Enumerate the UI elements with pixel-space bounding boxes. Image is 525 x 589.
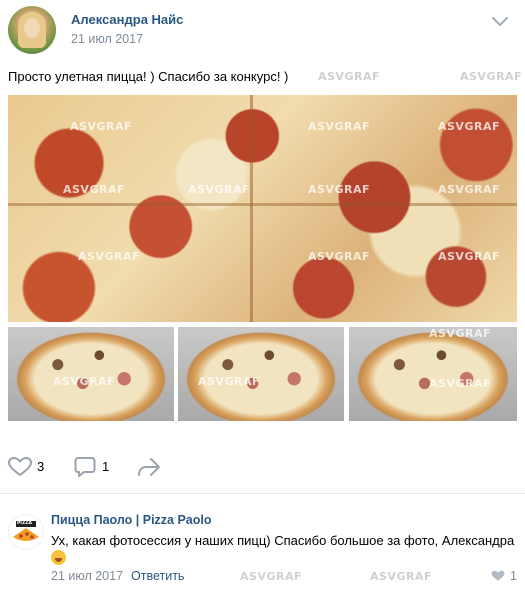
logo-text: PIZZA	[17, 521, 32, 526]
watermark: ASVGRAF	[53, 375, 115, 388]
comment-like-count: 1	[510, 569, 517, 583]
watermark: ASVGRAF	[438, 120, 500, 133]
pizza-slice-line	[250, 95, 253, 322]
comment-icon[interactable]	[74, 456, 96, 478]
watermark: ASVGRAF	[429, 377, 491, 390]
post-photo-thumb-1[interactable]: ASVGRAF	[8, 327, 174, 421]
watermark: ASVGRAF	[318, 70, 380, 83]
watermark: ASVGRAF	[240, 570, 302, 583]
like-count[interactable]: 3	[37, 459, 44, 474]
heart-icon[interactable]	[8, 457, 32, 477]
post-photo-thumb-2[interactable]: ASVGRAF	[178, 327, 344, 421]
post-date[interactable]: 21 июл 2017	[71, 32, 143, 46]
watermark: ASVGRAF	[308, 183, 370, 196]
watermark: ASVGRAF	[308, 120, 370, 133]
comment-author-avatar[interactable]: PIZZA	[8, 514, 44, 550]
divider	[0, 493, 525, 494]
watermark: ASVGRAF	[188, 183, 250, 196]
watermark: ASVGRAF	[429, 327, 491, 340]
comment-text: Ух, какая фотосессия у наших пицц) Спаси…	[51, 532, 517, 566]
comment-author-name[interactable]: Пицца Паоло | Pizza Paolo	[51, 513, 212, 527]
share-icon[interactable]	[137, 457, 161, 477]
smile-emoji-icon	[51, 550, 66, 565]
watermark: ASVGRAF	[308, 250, 370, 263]
watermark: ASVGRAF	[438, 183, 500, 196]
comment-like[interactable]: 1	[491, 569, 517, 583]
pizza-slice-line	[8, 203, 517, 206]
watermark: ASVGRAF	[78, 250, 140, 263]
watermark: ASVGRAF	[70, 120, 132, 133]
watermark: ASVGRAF	[370, 570, 432, 583]
post-author-name[interactable]: Александра Найс	[71, 12, 183, 27]
watermark: ASVGRAF	[63, 183, 125, 196]
reply-button[interactable]: Ответить	[131, 569, 184, 583]
post-photo-main[interactable]: ASVGRAF ASVGRAF ASVGRAF ASVGRAF ASVGRAF …	[8, 95, 517, 322]
comment-count[interactable]: 1	[102, 459, 109, 474]
watermark: ASVGRAF	[438, 250, 500, 263]
post-photo-thumb-3[interactable]: ASVGRAF ASVGRAF	[349, 327, 517, 421]
watermark: ASVGRAF	[460, 70, 522, 83]
watermark: ASVGRAF	[198, 375, 260, 388]
author-avatar[interactable]	[8, 6, 56, 54]
heart-icon[interactable]	[491, 570, 505, 582]
avatar-face	[24, 18, 40, 38]
chevron-down-icon[interactable]	[491, 16, 509, 28]
comment-date[interactable]: 21 июл 2017	[51, 569, 123, 583]
comment-text-body: Ух, какая фотосессия у наших пицц) Спаси…	[51, 533, 515, 548]
post-text: Просто улетная пицца! ) Спасибо за конку…	[8, 69, 289, 84]
